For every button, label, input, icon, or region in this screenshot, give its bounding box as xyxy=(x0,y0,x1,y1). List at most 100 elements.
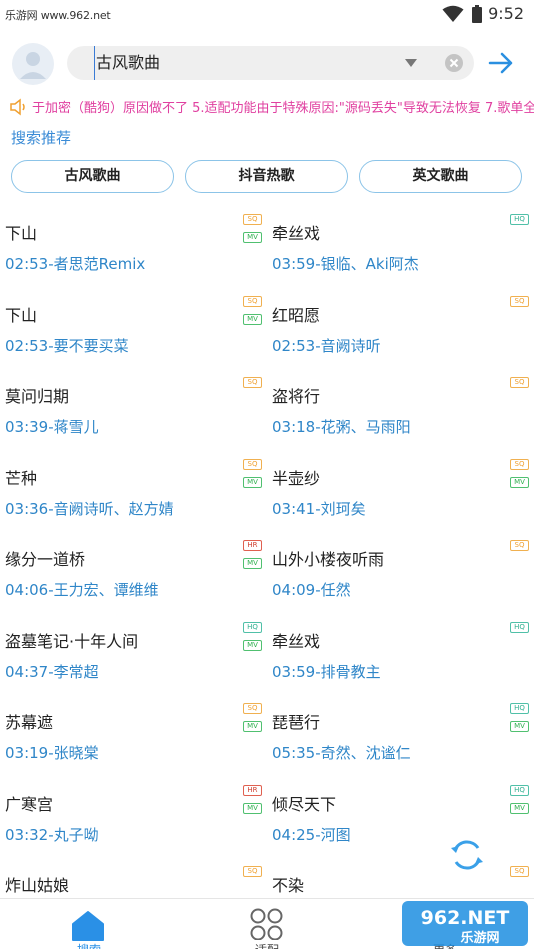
song-item[interactable]: 山外小楼夜听雨 04:09-任然 xyxy=(272,543,534,623)
watermark-brand: 962.NET xyxy=(421,907,510,929)
avatar[interactable] xyxy=(12,43,54,85)
song-item[interactable]: 莫问归期 03:39-蒋雪儿 xyxy=(5,380,267,460)
song-title: 炸山姑娘 xyxy=(5,876,70,895)
status-indicators: 9:52 xyxy=(442,4,524,23)
song-item[interactable]: 琵琶行 05:35-奇然、沈谧仁 xyxy=(272,706,534,786)
quality-badge: SQ xyxy=(510,377,529,388)
quality-badge: HQ xyxy=(510,785,529,796)
song-title: 苏幕遮 xyxy=(5,713,54,732)
quality-badge: HQ xyxy=(243,622,262,633)
song-title: 盗将行 xyxy=(272,387,321,406)
quality-badge: SQ xyxy=(510,459,529,470)
song-artist: 要不要买菜 xyxy=(53,337,129,355)
song-duration: 03:36 xyxy=(5,500,49,518)
nav-search-label: 搜索 xyxy=(29,941,149,949)
quality-badge: SQ xyxy=(510,866,529,877)
song-meta: 03:59-银临、Aki阿杰 xyxy=(272,253,419,274)
song-duration: 02:53 xyxy=(272,337,316,355)
grid-circles-icon xyxy=(250,908,283,940)
song-artist: 蒋雪儿 xyxy=(53,418,99,436)
song-meta: 02:53-音阙诗听 xyxy=(272,335,381,356)
song-item[interactable]: 红昭愿 02:53-音阙诗听 xyxy=(272,299,534,379)
song-title: 红昭愿 xyxy=(272,306,321,325)
song-artist: 音阙诗听、赵方婧 xyxy=(53,500,174,518)
quality-badge: SQ xyxy=(510,540,529,551)
song-duration: 02:53 xyxy=(5,337,49,355)
song-title: 琵琶行 xyxy=(272,713,321,732)
song-meta: 03:41-刘珂矣 xyxy=(272,498,366,519)
recommend-title: 搜索推荐 xyxy=(11,129,72,147)
song-item[interactable]: 下山 02:53-者思范Remix xyxy=(5,217,267,297)
song-title: 不染 xyxy=(272,876,305,895)
clear-icon[interactable] xyxy=(445,54,463,72)
status-time: 9:52 xyxy=(488,4,524,23)
home-icon xyxy=(72,911,104,941)
song-duration: 04:06 xyxy=(5,581,49,599)
dropdown-icon[interactable] xyxy=(405,59,417,67)
status-bar: 乐游网 www.962.net 9:52 xyxy=(0,0,534,30)
song-meta: 04:09-任然 xyxy=(272,579,351,600)
song-item[interactable]: 盗墓笔记·十年人间 04:37-李常超 xyxy=(5,625,267,705)
song-artist: 王力宏、谭维维 xyxy=(53,581,159,599)
song-item[interactable]: 倾尽天下 04:25-河图 xyxy=(272,788,534,868)
song-item[interactable]: 半壶纱 03:41-刘珂矣 xyxy=(272,462,534,542)
song-meta: 02:53-者思范Remix xyxy=(5,253,145,274)
song-meta: 02:53-要不要买菜 xyxy=(5,335,129,356)
song-meta: 03:32-丸子呦 xyxy=(5,824,99,845)
song-meta: 04:37-李常超 xyxy=(5,661,99,682)
song-item[interactable]: 下山 02:53-要不要买菜 xyxy=(5,299,267,379)
quality-badge: SQ xyxy=(243,296,262,307)
refresh-icon[interactable] xyxy=(448,836,486,874)
song-duration: 03:59 xyxy=(272,663,316,681)
search-box[interactable]: 古风歌曲 xyxy=(67,46,474,80)
song-duration: 04:37 xyxy=(5,663,49,681)
notice-text: 于加密（酷狗）原因做不了 5.适配功能由于特殊原因:"源码丢失"导致无法恢复 7… xyxy=(32,101,534,116)
song-title: 芒种 xyxy=(5,469,38,488)
notice-marquee: 于加密（酷狗）原因做不了 5.适配功能由于特殊原因:"源码丢失"导致无法恢复 7… xyxy=(0,96,534,118)
speaker-icon xyxy=(10,98,25,116)
quality-badge: SQ xyxy=(243,703,262,714)
song-item[interactable]: 苏幕遮 03:19-张晓棠 xyxy=(5,706,267,786)
song-meta: 05:35-奇然、沈谧仁 xyxy=(272,742,411,763)
song-item[interactable]: 牵丝戏 03:59-排骨教主 xyxy=(272,625,534,705)
song-item[interactable]: 缘分一道桥 04:06-王力宏、谭维维 xyxy=(5,543,267,623)
quality-badge: MV xyxy=(243,558,262,569)
wifi-icon xyxy=(442,5,464,22)
quality-badge: SQ xyxy=(243,866,262,877)
song-artist: 音阙诗听 xyxy=(320,337,381,355)
song-item[interactable]: 盗将行 03:18-花粥、马雨阳 xyxy=(272,380,534,460)
song-item[interactable]: 牵丝戏 03:59-银临、Aki阿杰 xyxy=(272,217,534,297)
song-title: 山外小楼夜听雨 xyxy=(272,550,385,569)
song-artist: 奇然、沈谧仁 xyxy=(320,744,411,762)
search-go-arrow-icon[interactable] xyxy=(488,50,514,76)
quality-badge: HR xyxy=(243,785,262,796)
song-item[interactable]: 芒种 03:36-音阙诗听、赵方婧 xyxy=(5,462,267,542)
song-duration: 02:53 xyxy=(5,255,49,273)
song-artist: 河图 xyxy=(320,826,351,844)
chip-douyin[interactable]: 抖音热歌 xyxy=(185,160,348,193)
search-input[interactable]: 古风歌曲 xyxy=(94,46,160,80)
quality-badge: MV xyxy=(243,640,262,651)
nav-search[interactable]: 搜索 xyxy=(29,899,149,949)
quality-badge: SQ xyxy=(243,377,262,388)
song-meta: 03:19-张晓棠 xyxy=(5,742,99,763)
quality-badge: MV xyxy=(510,803,529,814)
song-duration: 03:19 xyxy=(5,744,49,762)
song-duration: 03:41 xyxy=(272,500,316,518)
song-artist: 花粥、马雨阳 xyxy=(320,418,411,436)
song-artist: 排骨教主 xyxy=(320,663,381,681)
song-artist: 者思范Remix xyxy=(53,255,146,273)
song-meta: 03:39-蒋雪儿 xyxy=(5,416,99,437)
song-title: 倾尽天下 xyxy=(272,795,337,814)
song-duration: 03:18 xyxy=(272,418,316,436)
chip-guofeng[interactable]: 古风歌曲 xyxy=(11,160,174,193)
song-title: 盗墓笔记·十年人间 xyxy=(5,632,139,651)
watermark-logo: 962.NET 乐游网 xyxy=(402,901,528,946)
chip-english[interactable]: 英文歌曲 xyxy=(359,160,522,193)
song-meta: 03:36-音阙诗听、赵方婧 xyxy=(5,498,174,519)
song-item[interactable]: 广寒宫 03:32-丸子呦 xyxy=(5,788,267,868)
nav-adapt[interactable]: 适配 xyxy=(207,899,327,949)
song-meta: 04:25-河图 xyxy=(272,824,351,845)
song-artist: 丸子呦 xyxy=(53,826,99,844)
quality-badge: MV xyxy=(510,721,529,732)
